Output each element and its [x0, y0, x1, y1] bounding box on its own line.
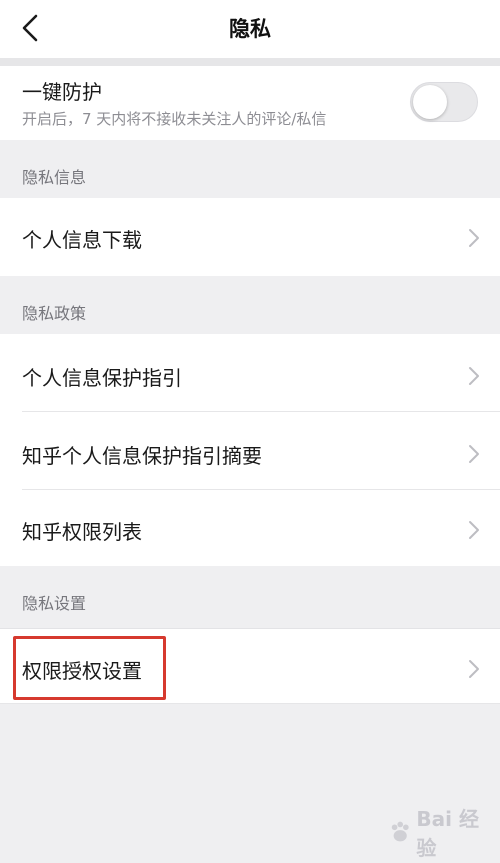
toggle-knob [413, 85, 447, 119]
row-permission-list[interactable]: 知乎权限列表 [0, 490, 500, 566]
protection-description: 开启后，7 天内将不接收未关注人的评论/私信 [22, 110, 327, 128]
chevron-right-icon [469, 445, 479, 463]
nav-bar: 隐私 [0, 0, 500, 60]
section-header-privacy-settings: 隐私设置 [0, 566, 500, 624]
privacy-screen: 隐私 一键防护 开启后，7 天内将不接收未关注人的评论/私信 隐私信息 个人信息… [0, 0, 500, 863]
chevron-right-icon [469, 521, 479, 539]
row-label: 知乎权限列表 [22, 520, 142, 544]
row-separator [0, 703, 500, 704]
protection-title: 一键防护 [22, 80, 102, 104]
row-label: 权限授权设置 [22, 659, 142, 683]
row-label: 个人信息下载 [22, 228, 142, 252]
section-title: 隐私信息 [22, 168, 87, 187]
protection-toggle[interactable] [410, 82, 478, 122]
paw-icon [391, 821, 409, 842]
chevron-right-icon [469, 660, 479, 678]
section-header-privacy-policy: 隐私政策 [0, 276, 500, 334]
row-label: 知乎个人信息保护指引摘要 [22, 444, 262, 468]
row-permission-authorization-settings[interactable]: 权限授权设置 [0, 628, 500, 704]
chevron-right-icon [469, 367, 479, 385]
chevron-right-icon [469, 229, 479, 247]
row-personal-info-protection-guide[interactable]: 个人信息保护指引 [0, 334, 500, 412]
header-divider [0, 58, 500, 66]
section-header-privacy-info: 隐私信息 [0, 140, 500, 198]
row-label: 个人信息保护指引 [22, 366, 182, 390]
watermark-text: Bai 经验 [416, 807, 479, 860]
page-title: 隐私 [229, 17, 271, 41]
row-personal-info-download[interactable]: 个人信息下载 [0, 198, 500, 276]
section-title: 隐私政策 [22, 304, 87, 323]
section-title: 隐私设置 [22, 594, 87, 613]
row-protection-guide-summary[interactable]: 知乎个人信息保护指引摘要 [0, 412, 500, 490]
one-key-protection-card: 一键防护 开启后，7 天内将不接收未关注人的评论/私信 [0, 66, 500, 140]
baidu-jingyan-watermark: Bai 经验 [388, 807, 494, 860]
